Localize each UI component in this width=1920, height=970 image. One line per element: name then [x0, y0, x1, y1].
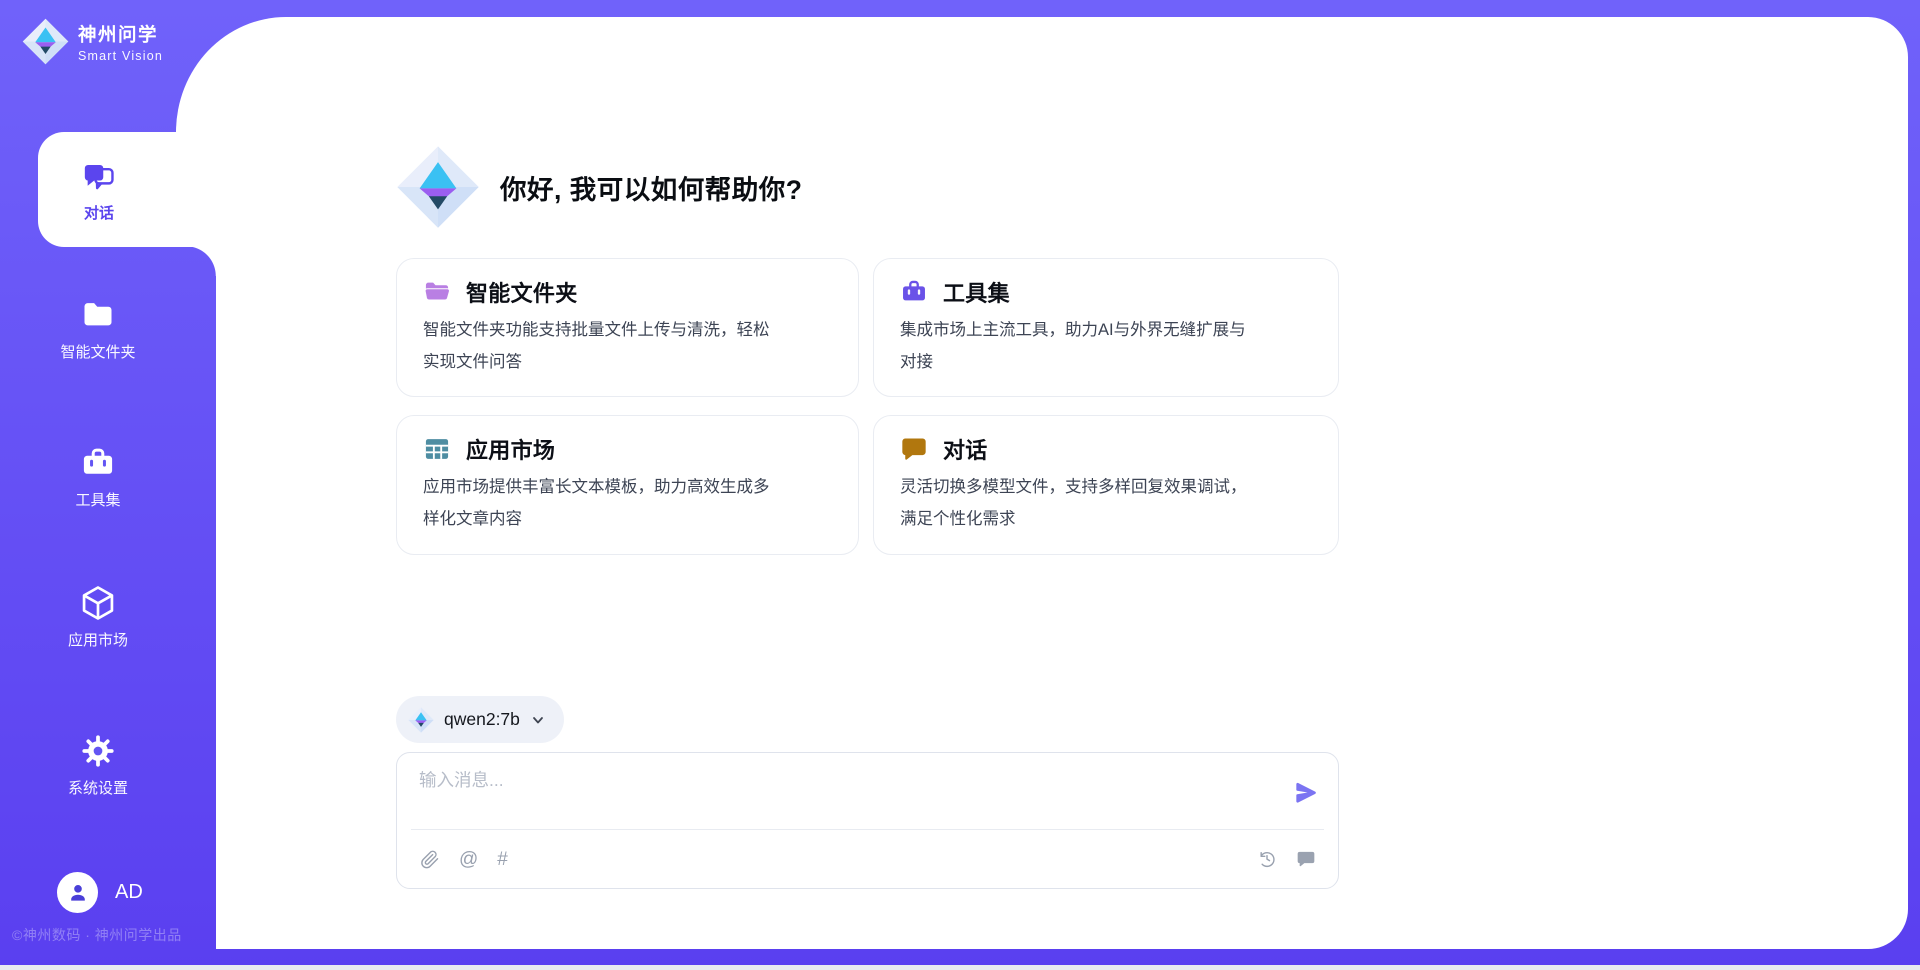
- gear-icon: [80, 731, 116, 771]
- folder-open-icon: [423, 278, 451, 306]
- chat-bubble-icon: [900, 435, 928, 463]
- card-title: 工具集: [943, 276, 1010, 308]
- model-name: qwen2:7b: [444, 709, 520, 730]
- composer-toolbar: @ #: [411, 829, 1324, 888]
- chevron-down-icon: [530, 712, 546, 728]
- card-title: 对话: [943, 433, 988, 465]
- copyright-footer: ©神州数码 · 神州问学出品: [12, 925, 182, 945]
- sidebar-item-label: 系统设置: [68, 777, 128, 798]
- main-content: 你好, 我可以如何帮助你? 智能文件夹 智能文件夹功能支持批量文件上传与清洗，轻…: [396, 0, 1339, 970]
- sidebar-item-smart-folder[interactable]: 智能文件夹: [0, 295, 196, 362]
- message-composer: @ #: [396, 752, 1339, 889]
- greeting-logo-icon: [396, 145, 480, 229]
- card-chat[interactable]: 对话 灵活切换多模型文件，支持多样回复效果调试，满足个性化需求: [873, 415, 1339, 554]
- mention-button[interactable]: @: [459, 850, 478, 869]
- card-toolset[interactable]: 工具集 集成市场上主流工具，助力AI与外界无缝扩展与对接: [873, 258, 1339, 397]
- card-description: 灵活切换多模型文件，支持多样回复效果调试，满足个性化需求: [900, 472, 1258, 535]
- attach-file-button[interactable]: [419, 849, 440, 870]
- sidebar-item-label: 应用市场: [68, 629, 128, 650]
- history-icon: [1257, 849, 1277, 869]
- card-smart-folder[interactable]: 智能文件夹 智能文件夹功能支持批量文件上传与清洗，轻松实现文件问答: [396, 258, 859, 397]
- paperclip-icon: [419, 849, 440, 870]
- model-logo-icon: [408, 707, 434, 733]
- brand-subtitle: Smart Vision: [78, 49, 163, 63]
- folder-icon: [80, 295, 116, 335]
- feature-cards: 智能文件夹 智能文件夹功能支持批量文件上传与清洗，轻松实现文件问答 工具集 集成…: [396, 258, 1339, 555]
- card-title: 应用市场: [466, 433, 555, 465]
- card-description: 集成市场上主流工具，助力AI与外界无缝扩展与对接: [900, 315, 1258, 378]
- brand-name: 神州问学: [78, 21, 163, 47]
- message-input[interactable]: [419, 767, 1279, 829]
- message-icon: [1296, 849, 1316, 869]
- cube-icon: [79, 583, 117, 623]
- grid-table-icon: [423, 435, 451, 463]
- hash-icon: #: [497, 850, 508, 869]
- sidebar-item-settings[interactable]: 系统设置: [0, 731, 196, 798]
- sidebar: 神州问学 Smart Vision 智能文件夹 工具集: [0, 0, 215, 970]
- card-description: 智能文件夹功能支持批量文件上传与清洗，轻松实现文件问答: [423, 315, 781, 378]
- hash-button[interactable]: #: [497, 850, 508, 869]
- card-description: 应用市场提供丰富长文本模板，助力高效生成多样化文章内容: [423, 472, 781, 535]
- user-account[interactable]: AD: [0, 872, 196, 913]
- send-button[interactable]: [1290, 777, 1320, 807]
- window-bottom-edge: [0, 965, 1920, 970]
- sidebar-item-label: 智能文件夹: [60, 341, 135, 362]
- brand: 神州问学 Smart Vision: [22, 18, 163, 65]
- feedback-button[interactable]: [1296, 849, 1316, 869]
- user-initials: AD: [115, 881, 143, 904]
- brand-logo-icon: [22, 18, 69, 65]
- card-app-market[interactable]: 应用市场 应用市场提供丰富长文本模板，助力高效生成多样化文章内容: [396, 415, 859, 554]
- briefcase-icon: [900, 278, 928, 306]
- card-title: 智能文件夹: [466, 276, 578, 308]
- sidebar-item-label: 工具集: [75, 489, 120, 510]
- model-selector[interactable]: qwen2:7b: [396, 696, 564, 743]
- greeting: 你好, 我可以如何帮助你?: [396, 145, 802, 229]
- at-icon: @: [459, 850, 478, 869]
- avatar: [57, 872, 98, 913]
- send-icon: [1293, 780, 1318, 805]
- history-button[interactable]: [1257, 849, 1277, 869]
- sidebar-item-toolset[interactable]: 工具集: [0, 443, 196, 510]
- greeting-text: 你好, 我可以如何帮助你?: [500, 168, 802, 207]
- briefcase-icon: [80, 443, 116, 483]
- sidebar-item-app-market[interactable]: 应用市场: [0, 583, 196, 650]
